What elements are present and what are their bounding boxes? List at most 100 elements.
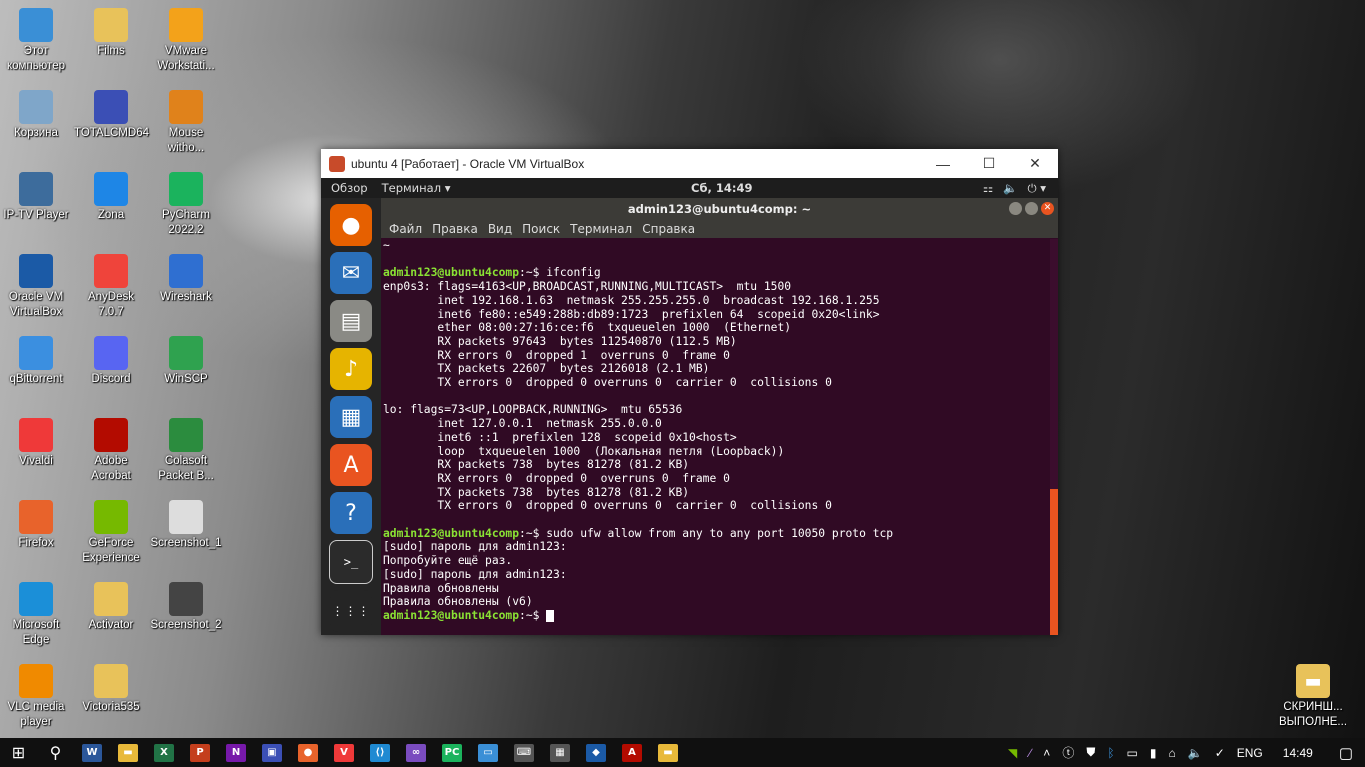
clock[interactable]: Сб, 14:49 <box>691 181 752 195</box>
nvidia-icon[interactable]: ◥ <box>1002 746 1023 760</box>
menu-terminal[interactable]: Терминал <box>570 222 632 236</box>
network-icon[interactable]: ⌂ <box>1163 746 1182 760</box>
taskbar-app[interactable]: A <box>614 738 650 767</box>
terminal-maximize-button[interactable] <box>1025 202 1038 215</box>
terminal-titlebar[interactable]: admin123@ubuntu4comp: ~ ✕ <box>381 198 1058 220</box>
desktop-icon[interactable]: Mouse witho... <box>149 90 223 156</box>
desktop-icon[interactable]: Zona <box>74 172 148 223</box>
virtualbox-window[interactable]: ubuntu 4 [Работает] - Oracle VM VirtualB… <box>321 149 1058 635</box>
search-button[interactable]: ⚲ <box>37 738 74 767</box>
network-icon[interactable]: ⚏ <box>983 181 993 196</box>
notifications-icon[interactable]: ▢ <box>1327 744 1365 762</box>
desktop-icon[interactable]: qBittorrent <box>0 336 73 387</box>
desktop-icon[interactable]: Wireshark <box>149 254 223 305</box>
software-icon[interactable]: A <box>330 444 372 486</box>
menu-edit[interactable]: Правка <box>432 222 478 236</box>
shield-icon[interactable]: ⛊ <box>1080 745 1101 760</box>
terminal-icon[interactable]: >_ <box>329 540 373 584</box>
taskbar-app[interactable]: ◆ <box>578 738 614 767</box>
taskbar-app[interactable]: P <box>182 738 218 767</box>
desktop-icon[interactable]: AnyDesk 7.0.7 <box>74 254 148 320</box>
scrollbar-thumb[interactable] <box>1050 489 1058 635</box>
desktop-icon[interactable]: WinSCP <box>149 336 223 387</box>
terminal-window[interactable]: admin123@ubuntu4comp: ~ ✕ Файл Правка Ви… <box>381 198 1058 635</box>
bluetooth-icon[interactable]: ᛒ <box>1101 746 1120 760</box>
volume-icon[interactable]: 🔈 <box>1003 181 1017 196</box>
pen-icon[interactable]: ∕ <box>1023 746 1037 760</box>
desktop-icon[interactable]: Discord <box>74 336 148 387</box>
desktop-icon[interactable]: GeForce Experience <box>74 500 148 566</box>
taskbar-app[interactable]: ∞ <box>398 738 434 767</box>
menu-view[interactable]: Вид <box>488 222 512 236</box>
display-icon[interactable]: ▭ <box>1121 746 1144 760</box>
window-titlebar[interactable]: ubuntu 4 [Работает] - Oracle VM VirtualB… <box>321 149 1058 178</box>
desktop-icon[interactable]: Этот компьютер <box>0 8 73 74</box>
taskbar-app[interactable]: ▬ <box>110 738 146 767</box>
taskbar-app[interactable]: V <box>326 738 362 767</box>
taskbar-app[interactable]: PC <box>434 738 470 767</box>
minimize-button[interactable]: — <box>920 156 966 172</box>
writer-icon[interactable]: ▦ <box>330 396 372 438</box>
desktop-icon[interactable]: Victoria535 <box>74 664 148 715</box>
app-menu[interactable]: Терминал ▾ <box>378 181 461 195</box>
files-icon[interactable]: ▤ <box>330 300 372 342</box>
power-menu-icon[interactable]: ⏻ ▾ <box>1027 181 1046 196</box>
activities-button[interactable]: Обзор <box>321 181 378 195</box>
thunderbird-icon[interactable]: ✉ <box>330 252 372 294</box>
taskbar-app[interactable]: X <box>146 738 182 767</box>
chevron-up-icon[interactable]: ˄ <box>1037 746 1056 760</box>
start-button[interactable]: ⊞ <box>0 738 37 767</box>
menu-help[interactable]: Справка <box>642 222 695 236</box>
gnome-top-bar: Обзор Терминал ▾ Сб, 14:49 ⚏ 🔈 ⏻ ▾ <box>321 178 1058 198</box>
desktop-icon[interactable]: VMware Workstati... <box>149 8 223 74</box>
desktop-icon[interactable]: Screenshot_1 <box>149 500 223 551</box>
terminal-close-button[interactable]: ✕ <box>1041 202 1054 215</box>
desktop-icon[interactable]: IP-TV Player <box>0 172 73 223</box>
security-icon[interactable]: ✓ <box>1209 746 1231 760</box>
desktop-icon[interactable]: Adobe Acrobat <box>74 418 148 484</box>
menu-search[interactable]: Поиск <box>522 222 560 236</box>
desktop-icon[interactable]: Vivaldi <box>0 418 73 469</box>
show-apps-icon[interactable]: ⋮⋮⋮ <box>330 590 372 632</box>
help-icon[interactable]: ? <box>330 492 372 534</box>
desktop-icon[interactable]: Activator <box>74 582 148 633</box>
taskbar-app[interactable]: ⌨ <box>506 738 542 767</box>
desktop-icon[interactable]: VLC media player <box>0 664 73 730</box>
language-indicator[interactable]: ENG <box>1231 746 1269 760</box>
terminal-scrollbar[interactable] <box>1050 239 1058 635</box>
maximize-button[interactable]: ☐ <box>966 155 1012 172</box>
taskbar-app[interactable]: W <box>74 738 110 767</box>
volume-icon[interactable]: 🔈 <box>1182 746 1209 760</box>
desktop-icon[interactable]: Films <box>74 8 148 59</box>
taskbar-app[interactable]: ▦ <box>542 738 578 767</box>
desktop-icon[interactable]: Colasoft Packet B... <box>149 418 223 484</box>
telegram-icon[interactable]: ⓣ <box>1056 744 1080 761</box>
terminal-minimize-button[interactable] <box>1009 202 1022 215</box>
terminal-output[interactable]: ~ admin123@ubuntu4comp:~$ ifconfig enp0s3… <box>383 239 1046 629</box>
guest-screen[interactable]: Обзор Терминал ▾ Сб, 14:49 ⚏ 🔈 ⏻ ▾ ● ✉ ▤ ♪ ▦… <box>321 178 1058 635</box>
battery-icon[interactable]: ▮ <box>1144 746 1163 760</box>
taskbar-app[interactable]: ▣ <box>254 738 290 767</box>
system-tray[interactable]: ⚏ 🔈 ⏻ ▾ <box>983 181 1046 196</box>
desktop-icon[interactable]: Microsoft Edge <box>0 582 73 648</box>
taskbar-app[interactable]: ⟨⟩ <box>362 738 398 767</box>
winscp-icon <box>169 336 203 370</box>
close-button[interactable]: ✕ <box>1012 155 1058 172</box>
terminal-text: :~$ <box>519 608 547 622</box>
firefox-icon <box>19 500 53 534</box>
taskbar-app[interactable]: ▭ <box>470 738 506 767</box>
desktop-icon[interactable]: Screenshot_2 <box>149 582 223 633</box>
firefox-icon[interactable]: ● <box>330 204 372 246</box>
desktop-icon[interactable]: Oracle VM VirtualBox <box>0 254 73 320</box>
desktop-icon[interactable]: Firefox <box>0 500 73 551</box>
rhythmbox-icon[interactable]: ♪ <box>330 348 372 390</box>
taskbar-app[interactable]: N <box>218 738 254 767</box>
desktop-icon[interactable]: Корзина <box>0 90 73 141</box>
clock[interactable]: 14:49 <box>1269 746 1327 760</box>
desktop-icon[interactable]: PyCharm 2022.2 <box>149 172 223 238</box>
desktop-icon-screenshots-folder[interactable]: ▬ СКРИНШ... ВЫПОЛНЕ... <box>1275 664 1351 730</box>
taskbar-app[interactable]: ▬ <box>650 738 686 767</box>
taskbar-app[interactable]: ● <box>290 738 326 767</box>
menu-file[interactable]: Файл <box>389 222 422 236</box>
desktop-icon[interactable]: TOTALCMD64 <box>74 90 149 141</box>
